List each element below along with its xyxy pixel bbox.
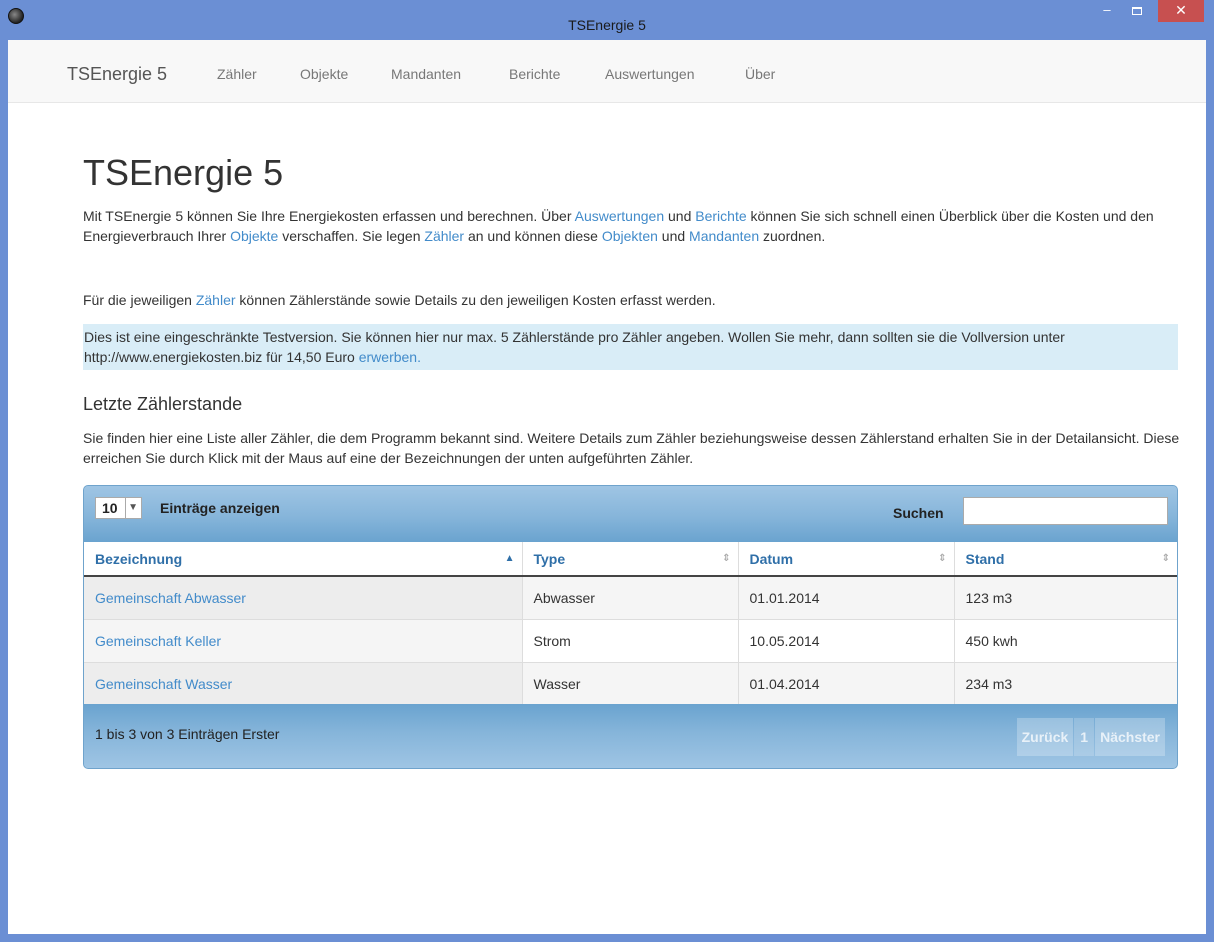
navbar: TSEnergie 5 Zähler Objekte Mandanten Ber…	[8, 40, 1206, 103]
title-bar: TSEnergie 5 – ✕	[0, 0, 1214, 40]
link-erwerben[interactable]: erwerben.	[359, 349, 421, 365]
cell-type: Wasser	[521, 661, 738, 705]
link-zaehler[interactable]: Zähler	[424, 228, 464, 244]
cell-bezeichnung: Gemeinschaft Wasser	[84, 661, 522, 705]
datatable-header-bar: 10 ▼ Einträge anzeigen Suchen	[84, 486, 1177, 542]
para2-text-1: Für die jeweiligen	[83, 292, 196, 308]
section-title: Letzte Zählerstande	[83, 394, 243, 414]
cell-datum: 01.04.2014	[737, 661, 954, 705]
column-header-bezeichnung[interactable]: Bezeichnung ▲	[84, 542, 522, 577]
pagination-page-1[interactable]: 1	[1074, 718, 1095, 756]
close-button[interactable]: ✕	[1158, 0, 1204, 22]
column-header-type[interactable]: Type ⇕	[521, 542, 738, 577]
cell-stand: 123 m3	[953, 575, 1177, 619]
zaehler-paragraph: Für die jeweiligen Zähler können Zählers…	[83, 290, 1183, 310]
maximize-button[interactable]	[1124, 0, 1150, 22]
intro-text-6: und	[657, 228, 690, 244]
table-info: 1 bis 3 von 3 Einträgen Erster	[95, 726, 280, 742]
link-zaehler-2[interactable]: Zähler	[196, 292, 236, 308]
column-header-stand[interactable]: Stand ⇕	[953, 542, 1177, 577]
entries-length-select[interactable]: 10 ▼	[95, 497, 142, 519]
meter-link[interactable]: Gemeinschaft Wasser	[95, 676, 232, 692]
cell-type: Strom	[521, 618, 738, 662]
column-header-label: Bezeichnung	[95, 550, 183, 567]
sort-both-icon: ⇕	[722, 553, 731, 564]
pagination-prev-button[interactable]: Zurück	[1016, 718, 1074, 756]
table-row: Gemeinschaft Abwasser Abwasser 01.01.201…	[84, 575, 1177, 619]
minimize-button[interactable]: –	[1094, 0, 1120, 22]
cell-bezeichnung: Gemeinschaft Abwasser	[84, 575, 522, 619]
sort-ascending-icon: ▲	[504, 553, 515, 564]
navbar-brand[interactable]: TSEnergie 5	[67, 64, 167, 85]
column-header-label: Stand	[965, 550, 1005, 567]
para2-text-2: können Zählerstände sowie Details zu den…	[235, 292, 716, 308]
sort-both-icon: ⇕	[1161, 553, 1170, 564]
column-header-label: Type	[533, 550, 566, 567]
app-client-area: TSEnergie 5 Zähler Objekte Mandanten Ber…	[8, 40, 1206, 934]
pagination-next-button[interactable]: Nächster	[1095, 718, 1165, 756]
cell-type: Abwasser	[521, 575, 738, 619]
cell-bezeichnung: Gemeinschaft Keller	[84, 618, 522, 662]
pagination: Zurück 1 Nächster	[1016, 718, 1165, 756]
column-header-datum[interactable]: Datum ⇕	[737, 542, 954, 577]
datatable-footer-bar: 1 bis 3 von 3 Einträgen Erster Zurück 1 …	[84, 704, 1177, 768]
entries-length-value: 10	[102, 500, 118, 516]
window-title: TSEnergie 5	[568, 17, 646, 33]
link-mandanten[interactable]: Mandanten	[689, 228, 759, 244]
chevron-down-icon: ▼	[124, 498, 141, 518]
nav-link-berichte[interactable]: Berichte	[509, 66, 560, 82]
link-auswertungen[interactable]: Auswertungen	[575, 208, 665, 224]
maximize-icon	[1132, 6, 1142, 15]
intro-text-4: verschaffen. Sie legen	[278, 228, 425, 244]
link-objekten[interactable]: Objekten	[602, 228, 658, 244]
nav-link-auswertungen[interactable]: Auswertungen	[605, 66, 695, 82]
table-row: Gemeinschaft Wasser Wasser 01.04.2014 23…	[84, 661, 1177, 705]
nav-link-objekte[interactable]: Objekte	[300, 66, 348, 82]
entries-length-label: Einträge anzeigen	[160, 500, 280, 516]
search-label: Suchen	[893, 505, 944, 521]
meter-link[interactable]: Gemeinschaft Keller	[95, 633, 221, 649]
intro-paragraph: Mit TSEnergie 5 können Sie Ihre Energiek…	[83, 206, 1183, 246]
intro-text-7: zuordnen.	[759, 228, 826, 244]
link-objekte[interactable]: Objekte	[230, 228, 278, 244]
sort-both-icon: ⇕	[938, 553, 947, 564]
section-description: Sie finden hier eine Liste aller Zähler,…	[83, 430, 1180, 466]
meter-datatable: 10 ▼ Einträge anzeigen Suchen Bezeichnun…	[83, 485, 1178, 769]
meter-link[interactable]: Gemeinschaft Abwasser	[95, 590, 246, 606]
link-berichte[interactable]: Berichte	[695, 208, 746, 224]
alert-text: Dies ist eine eingeschränkte Testversion…	[84, 329, 1065, 365]
intro-text-1: Mit TSEnergie 5 können Sie Ihre Energiek…	[83, 208, 575, 224]
table-row: Gemeinschaft Keller Strom 10.05.2014 450…	[84, 618, 1177, 662]
cell-stand: 450 kwh	[953, 618, 1177, 662]
search-input[interactable]	[963, 497, 1168, 525]
column-header-label: Datum	[749, 550, 794, 567]
table-header-row: Bezeichnung ▲ Type ⇕ Datum ⇕ Stand ⇕	[84, 542, 1177, 577]
cell-datum: 10.05.2014	[737, 618, 954, 662]
intro-text-5: an und können diese	[464, 228, 602, 244]
testversion-alert: Dies ist eine eingeschränkte Testversion…	[83, 324, 1178, 370]
cell-stand: 234 m3	[953, 661, 1177, 705]
meter-table: Bezeichnung ▲ Type ⇕ Datum ⇕ Stand ⇕ Gemeins…	[84, 542, 1177, 705]
nav-link-mandanten[interactable]: Mandanten	[391, 66, 461, 82]
nav-link-zaehler[interactable]: Zähler	[217, 66, 257, 82]
intro-text-2: und	[664, 208, 696, 224]
cell-datum: 01.01.2014	[737, 575, 954, 619]
nav-link-ueber[interactable]: Über	[745, 66, 775, 82]
page-title: TSEnergie 5	[83, 152, 284, 193]
